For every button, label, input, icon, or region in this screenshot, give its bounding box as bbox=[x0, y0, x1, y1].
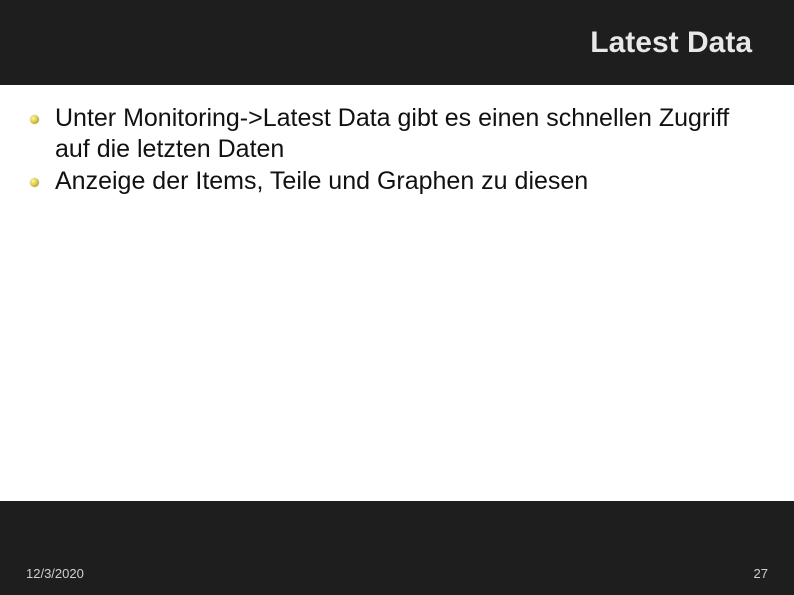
bullet-text: Unter Monitoring->Latest Data gibt es ei… bbox=[55, 103, 764, 164]
bullet-icon bbox=[30, 115, 39, 124]
slide-content: Unter Monitoring->Latest Data gibt es ei… bbox=[0, 85, 794, 501]
bullet-text: Anzeige der Items, Teile und Graphen zu … bbox=[55, 166, 588, 197]
slide-header: Latest Data bbox=[0, 0, 794, 85]
footer-date: 12/3/2020 bbox=[26, 566, 84, 581]
list-item: Unter Monitoring->Latest Data gibt es ei… bbox=[30, 103, 764, 164]
bullet-icon bbox=[30, 178, 39, 187]
slide-footer: 12/3/2020 27 bbox=[0, 501, 794, 595]
slide-title: Latest Data bbox=[590, 26, 752, 60]
footer-page-number: 27 bbox=[754, 566, 768, 581]
list-item: Anzeige der Items, Teile und Graphen zu … bbox=[30, 166, 764, 197]
